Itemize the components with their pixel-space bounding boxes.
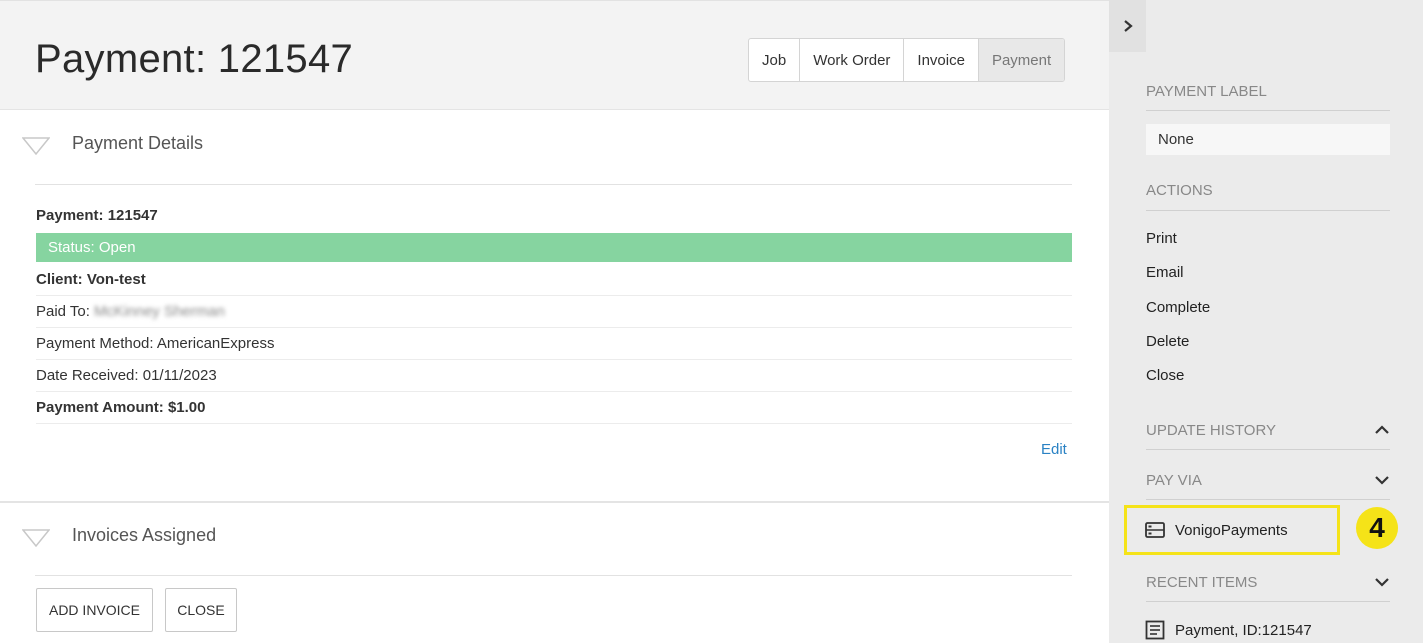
sidebar-divider [1146,110,1390,111]
payment-label-value[interactable]: None [1146,124,1390,155]
section-divider [0,501,1109,503]
payment-method: Payment Method: AmericanExpress [36,328,1072,360]
tab-work-order[interactable]: Work Order [800,39,905,81]
section-divider [35,575,1072,576]
payment-details-title: Payment Details [72,133,204,153]
page-header: Payment: 121547 Job Work Order Invoice P… [0,0,1109,110]
card-reader-icon [1145,522,1165,538]
update-history-heading-text: UPDATE HISTORY [1146,421,1277,439]
pay-via-option-label: VonigoPayments [1175,521,1288,539]
document-icon [1145,620,1165,640]
main-content: Payment: 121547 Job Work Order Invoice P… [0,0,1109,643]
actions-heading: ACTIONS [1146,172,1390,208]
chevron-down-icon [1375,476,1389,485]
action-close[interactable]: Close [1146,367,1184,384]
status-badge: Status: Open [36,233,1072,262]
recent-items-heading-text: RECENT ITEMS [1146,573,1258,591]
triangle-down-icon [22,137,50,155]
paid-to-label: Paid To: [36,303,90,320]
actions-heading-text: ACTIONS [1146,181,1213,199]
collapse-sidebar-button[interactable] [1109,0,1146,52]
payment-amount: Payment Amount: $1.00 [36,392,1072,424]
tab-invoice[interactable]: Invoice [904,39,979,81]
paid-to-value: McKinney Sherman [93,303,225,320]
update-history-heading[interactable]: UPDATE HISTORY [1146,412,1390,448]
triangle-down-icon [22,529,50,547]
page-title: Payment: 121547 [35,37,354,81]
invoices-assigned-header[interactable]: Invoices Assigned [0,504,1109,564]
recent-items-heading[interactable]: RECENT ITEMS [1146,564,1390,600]
action-email[interactable]: Email [1146,264,1184,281]
edit-link[interactable]: Edit [1041,441,1067,458]
invoices-assigned-title: Invoices Assigned [72,525,217,545]
pay-via-heading[interactable]: PAY VIA [1146,462,1390,498]
chevron-up-icon [1375,425,1389,434]
sidebar-divider [1146,449,1390,450]
payment-label-heading: PAYMENT LABEL [1146,73,1390,109]
sidebar-divider [1146,499,1390,500]
chevron-right-icon [1123,20,1133,32]
tab-payment[interactable]: Payment [978,39,1065,81]
payment-number: Payment: 121547 [36,206,158,224]
chevron-down-icon [1375,578,1389,587]
action-print[interactable]: Print [1146,230,1177,247]
action-complete[interactable]: Complete [1146,299,1210,316]
close-button[interactable]: CLOSE [165,588,237,632]
tab-job[interactable]: Job [749,39,801,81]
record-tabs: Job Work Order Invoice Payment [748,38,1066,82]
sidebar-divider [1146,210,1390,211]
sidebar-divider [1146,601,1390,602]
recent-item[interactable]: Payment, ID:121547 [1145,620,1312,640]
pay-via-heading-text: PAY VIA [1146,471,1202,489]
payment-label-heading-text: PAYMENT LABEL [1146,82,1267,100]
date-received: Date Received: 01/11/2023 [36,360,1072,392]
add-invoice-button[interactable]: ADD INVOICE [36,588,153,632]
action-delete[interactable]: Delete [1146,333,1189,350]
pay-via-vonigo-payments[interactable]: VonigoPayments [1124,505,1340,555]
step-number-badge: 4 [1356,507,1398,549]
client-link[interactable]: Client: Von-test [36,264,1072,296]
paid-to-row: Paid To: McKinney Sherman [36,296,1072,328]
payment-details-header[interactable]: Payment Details [0,112,1109,172]
recent-item-label: Payment, ID:121547 [1175,621,1312,639]
section-divider [35,184,1072,185]
